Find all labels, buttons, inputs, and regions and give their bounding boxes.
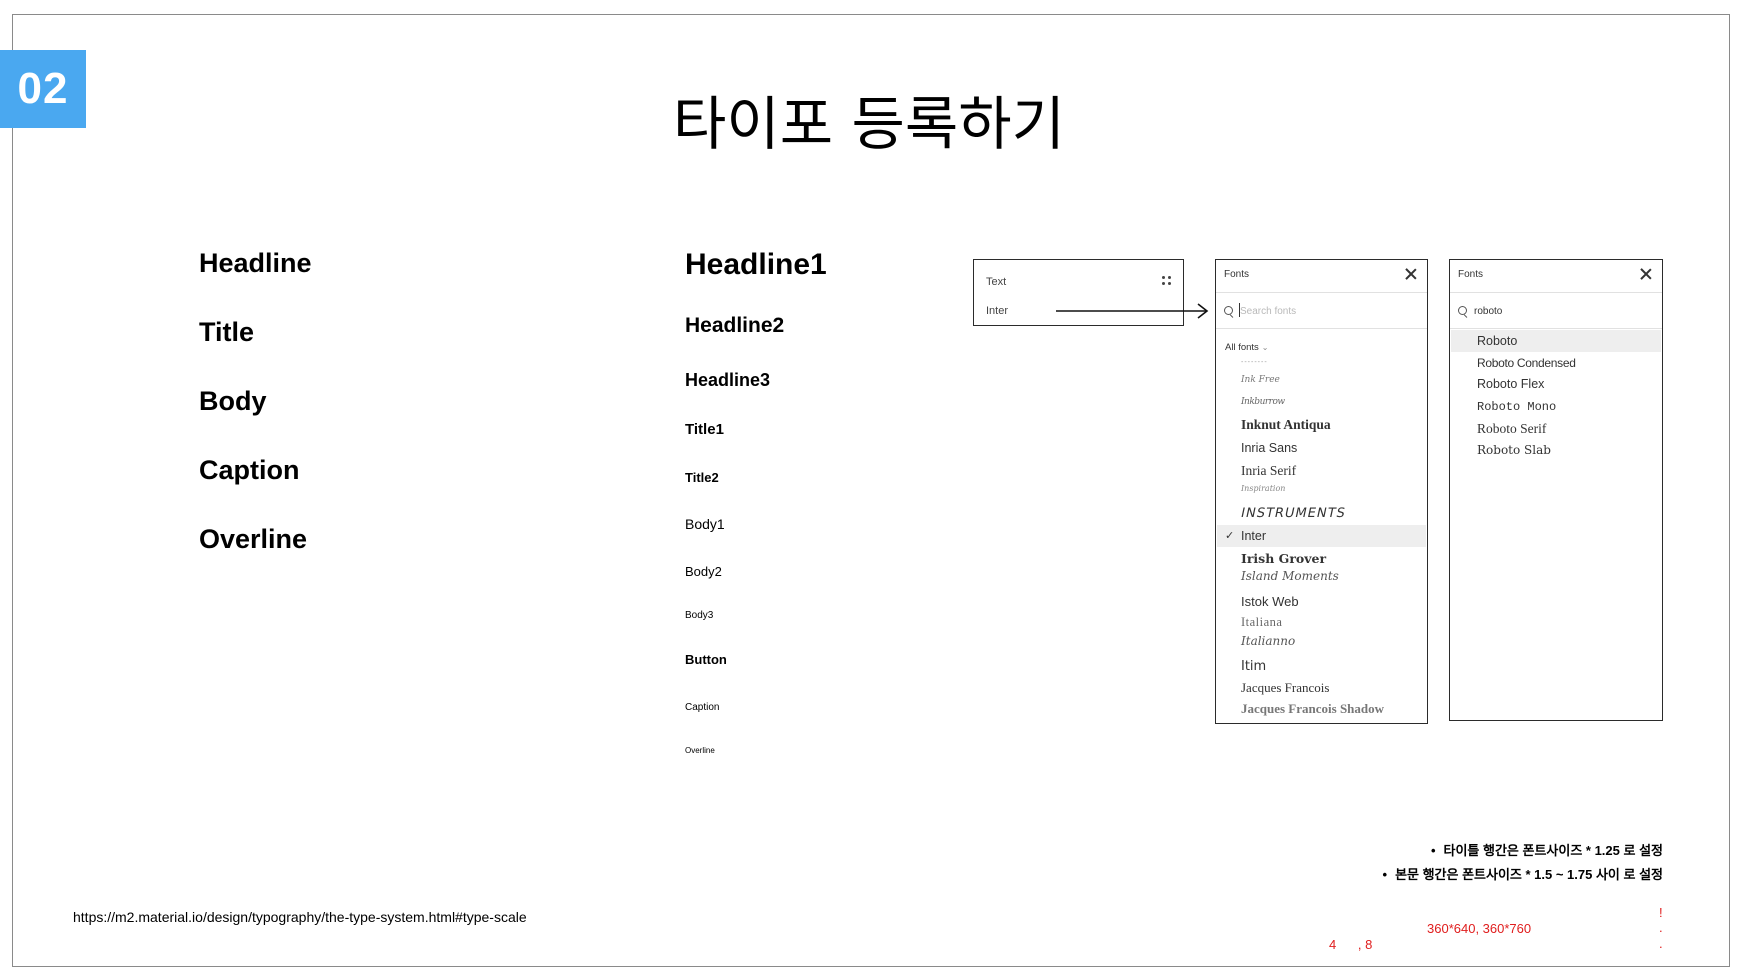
note-text: 타이틀 행간은 폰트사이즈 * 1.25 로 설정 [1443,843,1663,858]
note-text: 본문 행간은 폰트사이즈 * 1.5 ~ 1.75 사이 로 설정 [1395,867,1663,882]
font-list-item[interactable]: Irish Grover [1241,551,1326,566]
arrow-icon [1056,303,1209,319]
font-list-item[interactable]: Inknut Antiqua [1241,417,1331,433]
page-title: 타이포 등록하기 [673,90,1065,158]
font-search-row [1216,293,1427,329]
scale-title1: Title1 [685,421,724,438]
fonts-panel-heading: Fonts [1224,269,1250,280]
font-result-item[interactable]: Roboto Condensed [1477,356,1576,370]
fonts-panel-header: Fonts [1450,260,1662,293]
font-result-item[interactable]: Roboto Flex [1477,377,1544,391]
fonts-panel-heading: Fonts [1458,269,1484,280]
font-search-row [1450,293,1662,329]
close-icon[interactable] [1639,267,1653,281]
fonts-panel-search-results: Fonts Roboto Roboto Condensed Roboto Fle… [1449,259,1663,721]
font-list-item[interactable]: Italiana [1241,615,1282,630]
scale-body3: Body3 [685,610,714,621]
chevron-down-icon: ⌄ [1261,343,1269,352]
text-panel-heading: Text [986,276,1007,288]
red-note-exclaim: ! [1659,905,1663,920]
font-list-item[interactable]: Inria Sans [1241,441,1297,455]
bullet-icon: • [1430,843,1436,858]
font-list-item[interactable]: INSTRUMENTS [1239,506,1347,521]
scale-body2: Body2 [685,564,722,579]
scale-caption: Caption [685,702,720,713]
category-title: Title [199,317,255,347]
note-body-line-height: • 본문 행간은 폰트사이즈 * 1.5 ~ 1.75 사이 로 설정 [1383,864,1664,883]
category-caption: Caption [199,455,300,485]
bullet-icon: • [1382,867,1388,882]
font-list-item[interactable]: Ink Free [1241,375,1280,385]
font-family-value[interactable]: Inter [986,305,1008,317]
reference-link[interactable]: https://m2.material.io/design/typography… [73,909,527,925]
category-overline: Overline [199,524,308,554]
fonts-panel-header: Fonts [1216,260,1427,293]
font-search-input[interactable] [1240,303,1410,319]
red-note-dot: . [1659,936,1663,951]
font-list-item[interactable]: Inspiration [1241,484,1285,493]
scale-body1: Body1 [685,516,725,532]
all-fonts-filter[interactable]: All fonts ⌄ [1225,342,1269,353]
font-list-item[interactable]: Jacques Francois Shadow [1241,701,1384,717]
scale-headline2: Headline2 [685,314,785,337]
scale-title2: Title2 [685,470,719,485]
check-icon: ✓ [1225,530,1235,542]
font-list-item[interactable]: Jacques Francois [1241,680,1329,696]
scale-headline1: Headline1 [685,248,827,281]
red-note-sizes: 360*640, 360*760 [1427,921,1532,936]
font-list-item[interactable]: Island Moments [1241,569,1339,583]
fonts-panel-browse: Fonts All fonts⌄ -------- Ink Free Inkbu… [1215,259,1428,724]
category-body: Body [199,386,267,416]
font-result-item[interactable]: Roboto Serif [1477,421,1546,437]
font-list-item[interactable]: -------- [1241,359,1268,366]
font-result-item[interactable]: Roboto Slab [1477,443,1551,457]
red-note-dot: . [1659,920,1663,935]
font-result-item[interactable]: Roboto Mono [1477,400,1556,414]
font-list-item[interactable]: Italianno [1241,634,1295,648]
font-search-input[interactable] [1474,303,1644,319]
font-list-item-selected[interactable]: ✓ Inter [1217,525,1426,547]
selected-font-label: Inter [1241,529,1267,543]
font-list-item[interactable]: Inkburrow [1241,397,1285,407]
note-title-line-height: • 타이틀 행간은 폰트사이즈 * 1.25 로 설정 [1431,840,1663,859]
close-icon[interactable] [1404,267,1418,281]
red-note-grid: 4 , 8 [1329,937,1373,952]
all-fonts-label: All fonts [1225,342,1259,353]
scale-overline: Overline [685,746,715,755]
category-headline: Headline [199,248,312,278]
search-icon [1458,306,1467,315]
grid-dots-icon[interactable] [1162,276,1172,286]
scale-headline3: Headline3 [685,370,771,390]
search-icon [1224,306,1233,315]
font-list-item[interactable]: Inria Serif [1241,463,1296,479]
font-result-item-highlighted[interactable]: Roboto [1451,330,1661,352]
font-list-item[interactable]: Istok Web [1241,594,1299,609]
font-list-item[interactable]: Itim [1241,659,1266,674]
scale-button: Button [685,652,727,667]
